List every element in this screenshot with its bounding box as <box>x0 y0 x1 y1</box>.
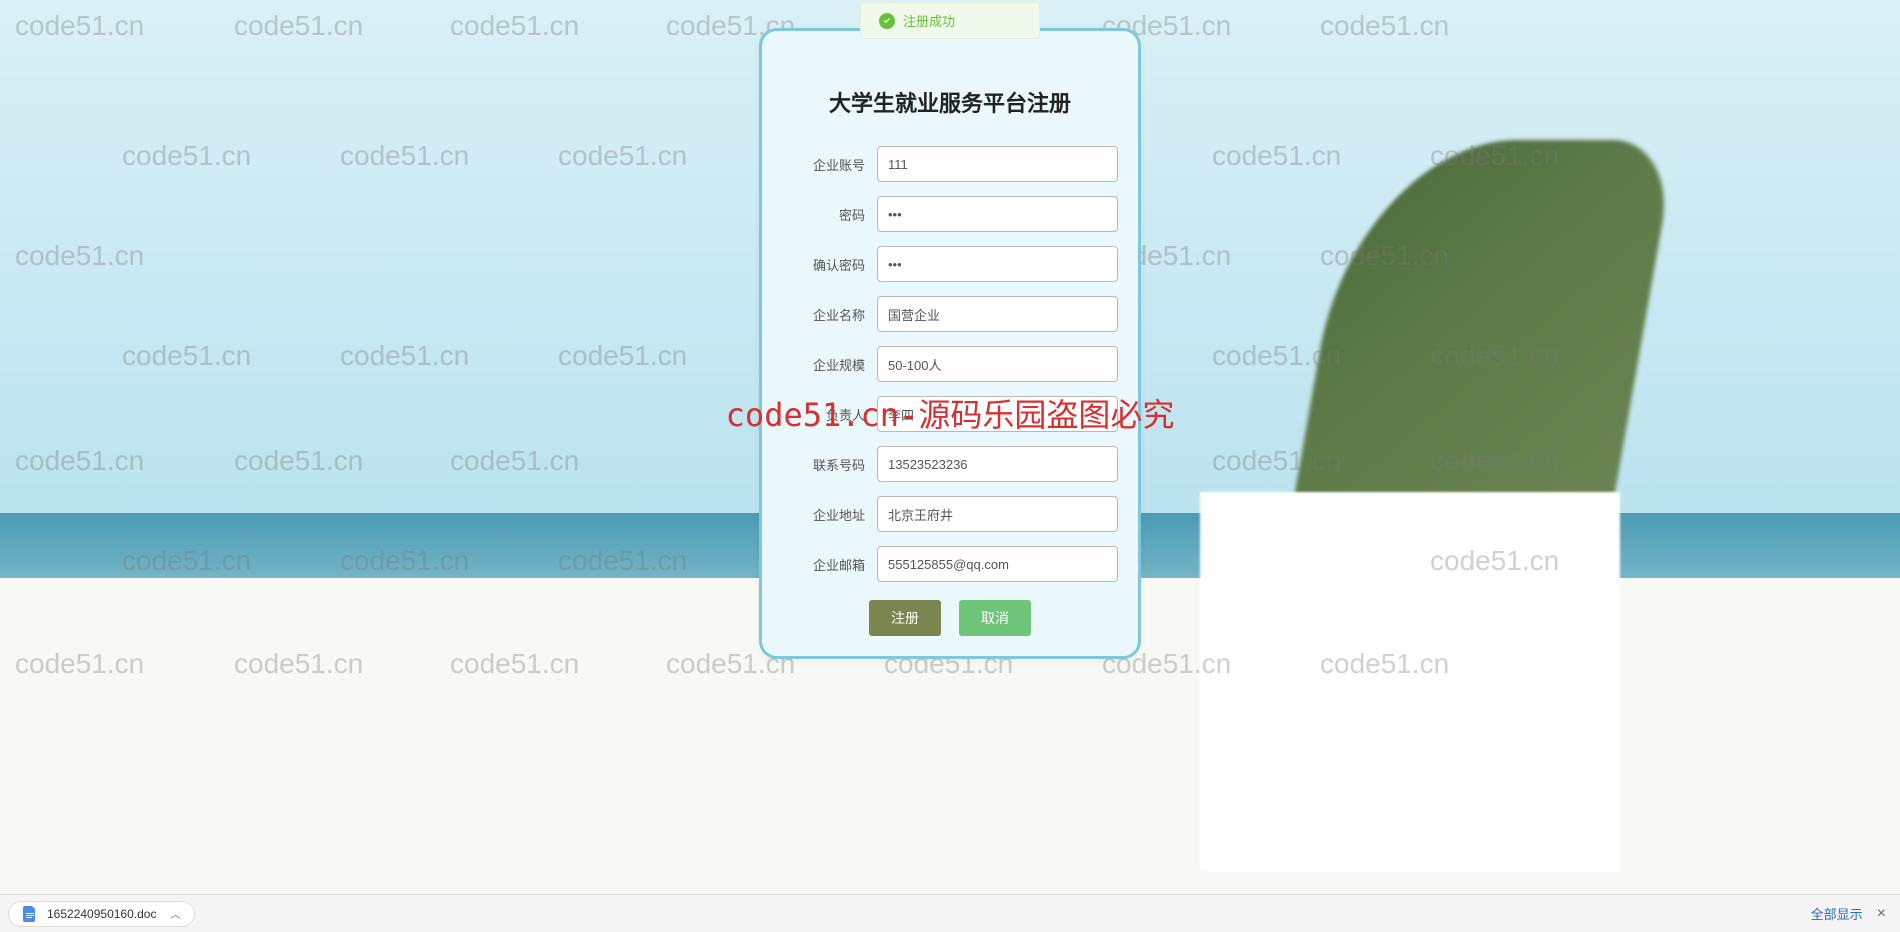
row-password: 密码 <box>782 196 1118 232</box>
input-account[interactable] <box>877 146 1118 182</box>
input-password[interactable] <box>877 196 1118 232</box>
label-email: 企业邮箱 <box>782 555 877 574</box>
button-row: 注册 取消 <box>782 600 1118 636</box>
row-name: 企业名称 <box>782 296 1118 332</box>
input-email[interactable] <box>877 546 1118 582</box>
input-leader[interactable] <box>877 396 1118 432</box>
label-account: 企业账号 <box>782 155 877 174</box>
download-item[interactable]: 1652240950160.doc ︿ <box>8 901 195 927</box>
label-leader: 负责人 <box>782 405 877 424</box>
row-address: 企业地址 <box>782 496 1118 532</box>
input-address[interactable] <box>877 496 1118 532</box>
submit-button[interactable]: 注册 <box>869 600 941 636</box>
background-structure <box>1200 492 1620 872</box>
download-filename: 1652240950160.doc <box>47 907 156 921</box>
row-account: 企业账号 <box>782 146 1118 182</box>
row-scale: 企业规模 <box>782 346 1118 382</box>
row-phone: 联系号码 <box>782 446 1118 482</box>
close-download-bar[interactable]: × <box>1877 905 1886 923</box>
label-company-name: 企业名称 <box>782 305 877 324</box>
register-card: 大学生就业服务平台注册 企业账号 密码 确认密码 企业名称 企业规模 负责人 联… <box>759 28 1141 659</box>
input-confirm-password[interactable] <box>877 246 1118 282</box>
success-toast: 注册成功 <box>860 2 1040 39</box>
label-phone: 联系号码 <box>782 455 877 474</box>
cancel-button[interactable]: 取消 <box>959 600 1031 636</box>
label-password: 密码 <box>782 205 877 224</box>
label-confirm: 确认密码 <box>782 255 877 274</box>
download-bar: 1652240950160.doc ︿ 全部显示 × <box>0 894 1900 932</box>
chevron-up-icon: ︿ <box>170 906 180 921</box>
row-leader: 负责人 <box>782 396 1118 432</box>
toast-message: 注册成功 <box>903 11 955 30</box>
input-phone[interactable] <box>877 446 1118 482</box>
label-address: 企业地址 <box>782 505 877 524</box>
input-company-name[interactable] <box>877 296 1118 332</box>
show-all-downloads[interactable]: 全部显示 <box>1811 904 1863 923</box>
check-circle-icon <box>879 13 895 29</box>
input-company-scale[interactable] <box>877 346 1118 382</box>
card-title: 大学生就业服务平台注册 <box>782 86 1118 118</box>
doc-file-icon <box>23 906 37 922</box>
download-bar-right: 全部显示 × <box>1811 904 1900 923</box>
row-confirm: 确认密码 <box>782 246 1118 282</box>
label-company-scale: 企业规模 <box>782 355 877 374</box>
row-email: 企业邮箱 <box>782 546 1118 582</box>
